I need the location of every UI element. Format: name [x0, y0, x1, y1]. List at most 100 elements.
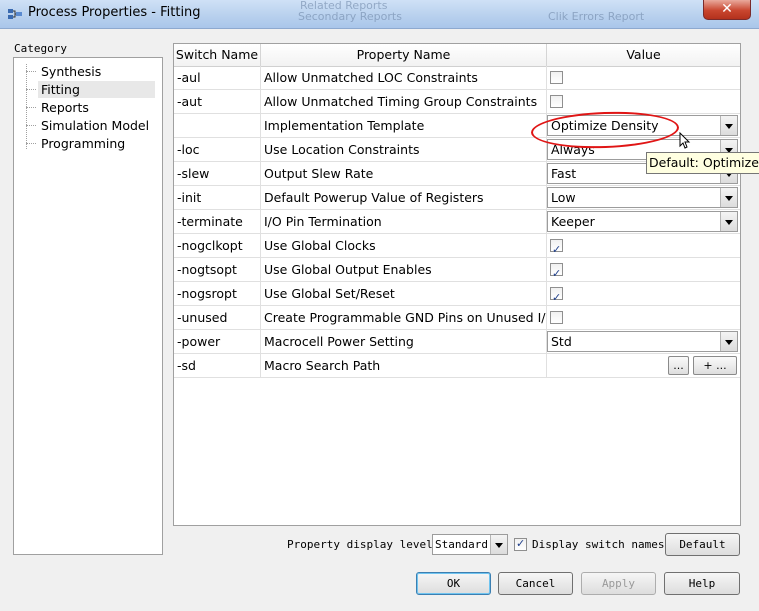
table-row[interactable]: -sd Macro Search Path... + ...: [174, 354, 740, 378]
table-row[interactable]: -nogclkopt Use Global Clocks ✓: [174, 234, 740, 258]
apply-button[interactable]: Apply: [581, 572, 656, 595]
table-row[interactable]: -aut Allow Unmatched Timing Group Constra…: [174, 90, 740, 114]
display-level-select[interactable]: Standard: [432, 534, 508, 555]
value-select[interactable]: Std: [547, 331, 738, 352]
window-title: Process Properties - Fitting: [28, 5, 201, 20]
default-value-tooltip: Default: Optimize B: [646, 152, 759, 174]
select-value: Fast: [551, 166, 577, 181]
tree-connector: [26, 143, 36, 144]
property-grid: Switch Name Property Name Value -aul Allo…: [173, 43, 741, 526]
switch-name-cell: -init: [174, 186, 261, 210]
property-name-cell: Macrocell Power Setting: [261, 330, 547, 354]
table-row[interactable]: -init Default Powerup Value of Registers L…: [174, 186, 740, 210]
table-row[interactable]: -nogtsopt Use Global Output Enables ✓: [174, 258, 740, 282]
value-cell[interactable]: [547, 66, 740, 90]
select-value: Low: [551, 190, 576, 205]
value-cell[interactable]: ... + ...: [547, 354, 740, 378]
category-item-simulation-model[interactable]: Simulation Model: [38, 117, 152, 134]
value-checkbox[interactable]: [550, 95, 563, 108]
tree-connector: [26, 125, 36, 126]
chevron-down-icon[interactable]: [490, 535, 507, 554]
checkmark-icon: ✓: [552, 267, 562, 280]
property-name-cell: Use Global Output Enables: [261, 258, 547, 282]
select-value: Keeper: [551, 214, 595, 229]
select-value: Always: [551, 142, 595, 157]
value-select[interactable]: Optimize Density: [547, 115, 738, 136]
switch-name-cell: -aut: [174, 90, 261, 114]
category-item-programming[interactable]: Programming: [38, 135, 128, 152]
checkmark-icon: ✓: [552, 291, 562, 304]
value-cell[interactable]: Keeper: [547, 210, 740, 234]
title-bar[interactable]: Process Properties - Fitting Related Rep…: [0, 0, 759, 29]
category-label: Category: [14, 42, 67, 55]
value-cell[interactable]: ✓: [547, 258, 740, 282]
switch-name-cell: [174, 114, 261, 138]
value-cell[interactable]: Low: [547, 186, 740, 210]
display-switch-names-checkbox[interactable]: ✓: [514, 537, 527, 551]
table-row[interactable]: -aul Allow Unmatched LOC Constraints: [174, 66, 740, 90]
tree-connector: [26, 89, 36, 90]
switch-name-cell: -nogtsopt: [174, 258, 261, 282]
category-item-fitting[interactable]: Fitting: [38, 81, 155, 98]
add-path-button[interactable]: + ...: [693, 356, 737, 375]
table-row[interactable]: -nogsropt Use Global Set/Reset ✓: [174, 282, 740, 306]
switch-name-cell: -nogclkopt: [174, 234, 261, 258]
table-row[interactable]: -unused Create Programmable GND Pins on U…: [174, 306, 740, 330]
chevron-down-icon[interactable]: [720, 188, 737, 207]
tree-connector: [26, 107, 36, 108]
property-name-cell: Output Slew Rate: [261, 162, 547, 186]
chevron-down-icon[interactable]: [720, 332, 737, 351]
value-cell[interactable]: Optimize Density: [547, 114, 740, 138]
value-checkbox[interactable]: [550, 311, 563, 324]
header-value[interactable]: Value: [547, 44, 740, 66]
table-row[interactable]: -power Macrocell Power Setting Std: [174, 330, 740, 354]
background-ghost-text: Clik Errors Report: [548, 10, 645, 23]
table-row[interactable]: Implementation Template Optimize Density: [174, 114, 740, 138]
chevron-down-icon[interactable]: [720, 212, 737, 231]
value-checkbox[interactable]: ✓: [550, 239, 563, 256]
property-name-cell: Macro Search Path: [261, 354, 547, 378]
select-value: Optimize Density: [551, 118, 659, 133]
chevron-down-icon[interactable]: [720, 116, 737, 135]
value-cell[interactable]: ✓: [547, 282, 740, 306]
property-name-cell: I/O Pin Termination: [261, 210, 547, 234]
browse-path-button[interactable]: ...: [668, 356, 689, 375]
value-select[interactable]: Low: [547, 187, 738, 208]
close-button[interactable]: ✕: [703, 0, 751, 20]
category-tree[interactable]: Synthesis Fitting Reports Simulation Mod…: [13, 57, 163, 555]
property-name-cell: Use Global Clocks: [261, 234, 547, 258]
header-property-name[interactable]: Property Name: [261, 44, 547, 66]
switch-name-cell: -slew: [174, 162, 261, 186]
header-switch-name[interactable]: Switch Name: [174, 44, 261, 66]
property-name-cell: Use Location Constraints: [261, 138, 547, 162]
process-properties-window: Process Properties - Fitting Related Rep…: [0, 0, 759, 611]
switch-name-cell: -nogsropt: [174, 282, 261, 306]
property-name-cell: Use Global Set/Reset: [261, 282, 547, 306]
property-name-cell: Allow Unmatched LOC Constraints: [261, 66, 547, 90]
property-name-cell: Default Powerup Value of Registers: [261, 186, 547, 210]
property-name-cell: Implementation Template: [261, 114, 547, 138]
property-name-cell: Create Programmable GND Pins on Unused I…: [261, 306, 547, 330]
switch-name-cell: -aul: [174, 66, 261, 90]
display-level-label: Property display level:: [287, 538, 440, 551]
value-cell[interactable]: [547, 90, 740, 114]
switch-name-cell: -power: [174, 330, 261, 354]
value-checkbox[interactable]: [550, 71, 563, 84]
process-properties-icon: [8, 9, 22, 19]
value-cell[interactable]: [547, 306, 740, 330]
ok-button[interactable]: OK: [416, 572, 491, 595]
value-checkbox[interactable]: ✓: [550, 263, 563, 280]
value-select[interactable]: Keeper: [547, 211, 738, 232]
select-value: Std: [551, 334, 572, 349]
category-item-synthesis[interactable]: Synthesis: [38, 63, 104, 80]
table-row[interactable]: -terminate I/O Pin Termination Keeper: [174, 210, 740, 234]
default-button[interactable]: Default: [665, 533, 740, 556]
value-cell[interactable]: Std: [547, 330, 740, 354]
value-checkbox[interactable]: ✓: [550, 287, 563, 304]
display-level-value: Standard: [435, 538, 488, 551]
help-button[interactable]: Help: [664, 572, 740, 595]
cancel-button[interactable]: Cancel: [498, 572, 573, 595]
category-item-reports[interactable]: Reports: [38, 99, 92, 116]
background-ghost-text: Secondary Reports: [298, 10, 402, 23]
value-cell[interactable]: ✓: [547, 234, 740, 258]
